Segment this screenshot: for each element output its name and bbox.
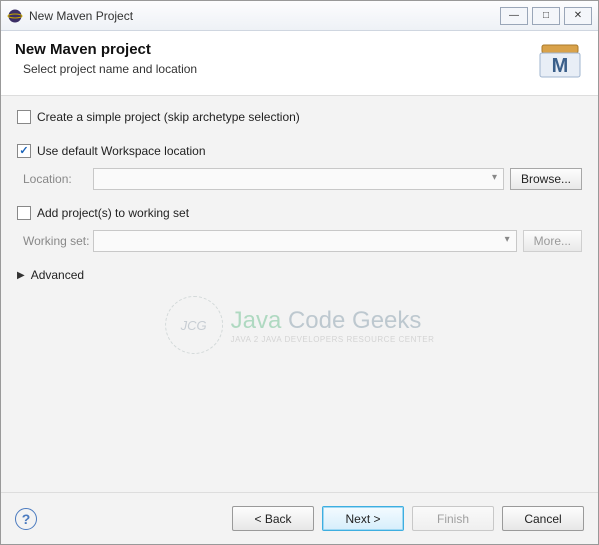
eclipse-icon (7, 8, 23, 24)
help-icon[interactable]: ? (15, 508, 37, 530)
chevron-right-icon: ▶ (17, 270, 25, 281)
default-workspace-row: Use default Workspace location (17, 144, 582, 158)
location-combo[interactable] (93, 168, 504, 190)
browse-button[interactable]: Browse... (510, 168, 582, 190)
default-workspace-label: Use default Workspace location (37, 144, 206, 158)
titlebar: New Maven Project ― □ ✕ (1, 1, 598, 31)
next-button[interactable]: Next > (322, 506, 404, 531)
close-button[interactable]: ✕ (564, 7, 592, 25)
simple-project-row: Create a simple project (skip archetype … (17, 110, 582, 124)
content-area: Create a simple project (skip archetype … (1, 96, 598, 492)
location-label: Location: (17, 172, 93, 186)
simple-project-checkbox[interactable] (17, 110, 31, 124)
advanced-label: Advanced (31, 268, 84, 282)
more-button[interactable]: More... (523, 230, 582, 252)
footer: ? < Back Next > Finish Cancel (1, 492, 598, 544)
watermark-sub: JAVA 2 JAVA DEVELOPERS RESOURCE CENTER (231, 335, 435, 344)
default-workspace-checkbox[interactable] (17, 144, 31, 158)
working-set-checkbox[interactable] (17, 206, 31, 220)
location-row: Location: Browse... (17, 168, 582, 190)
maximize-button[interactable]: □ (532, 7, 560, 25)
window-title: New Maven Project (29, 9, 133, 23)
svg-text:M: M (552, 55, 569, 77)
working-set-check-label: Add project(s) to working set (37, 206, 189, 220)
working-set-row: Working set: More... (17, 230, 582, 252)
advanced-toggle[interactable]: ▶ Advanced (17, 268, 582, 282)
watermark-main: Java Code Geeks (231, 307, 435, 335)
working-set-combo[interactable] (93, 230, 517, 252)
finish-button[interactable]: Finish (412, 506, 494, 531)
maven-icon: M (536, 41, 584, 81)
back-button[interactable]: < Back (232, 506, 314, 531)
watermark: JCG Java Code Geeks JAVA 2 JAVA DEVELOPE… (165, 296, 435, 354)
banner-subtitle: Select project name and location (23, 62, 536, 76)
simple-project-label: Create a simple project (skip archetype … (37, 110, 300, 124)
cancel-button[interactable]: Cancel (502, 506, 584, 531)
dialog-window: New Maven Project ― □ ✕ New Maven projec… (0, 0, 599, 545)
banner-title: New Maven project (15, 41, 536, 58)
banner: New Maven project Select project name an… (1, 31, 598, 96)
working-set-check-row: Add project(s) to working set (17, 206, 582, 220)
working-set-label: Working set: (17, 234, 93, 248)
minimize-button[interactable]: ― (500, 7, 528, 25)
watermark-circle: JCG (165, 296, 223, 354)
